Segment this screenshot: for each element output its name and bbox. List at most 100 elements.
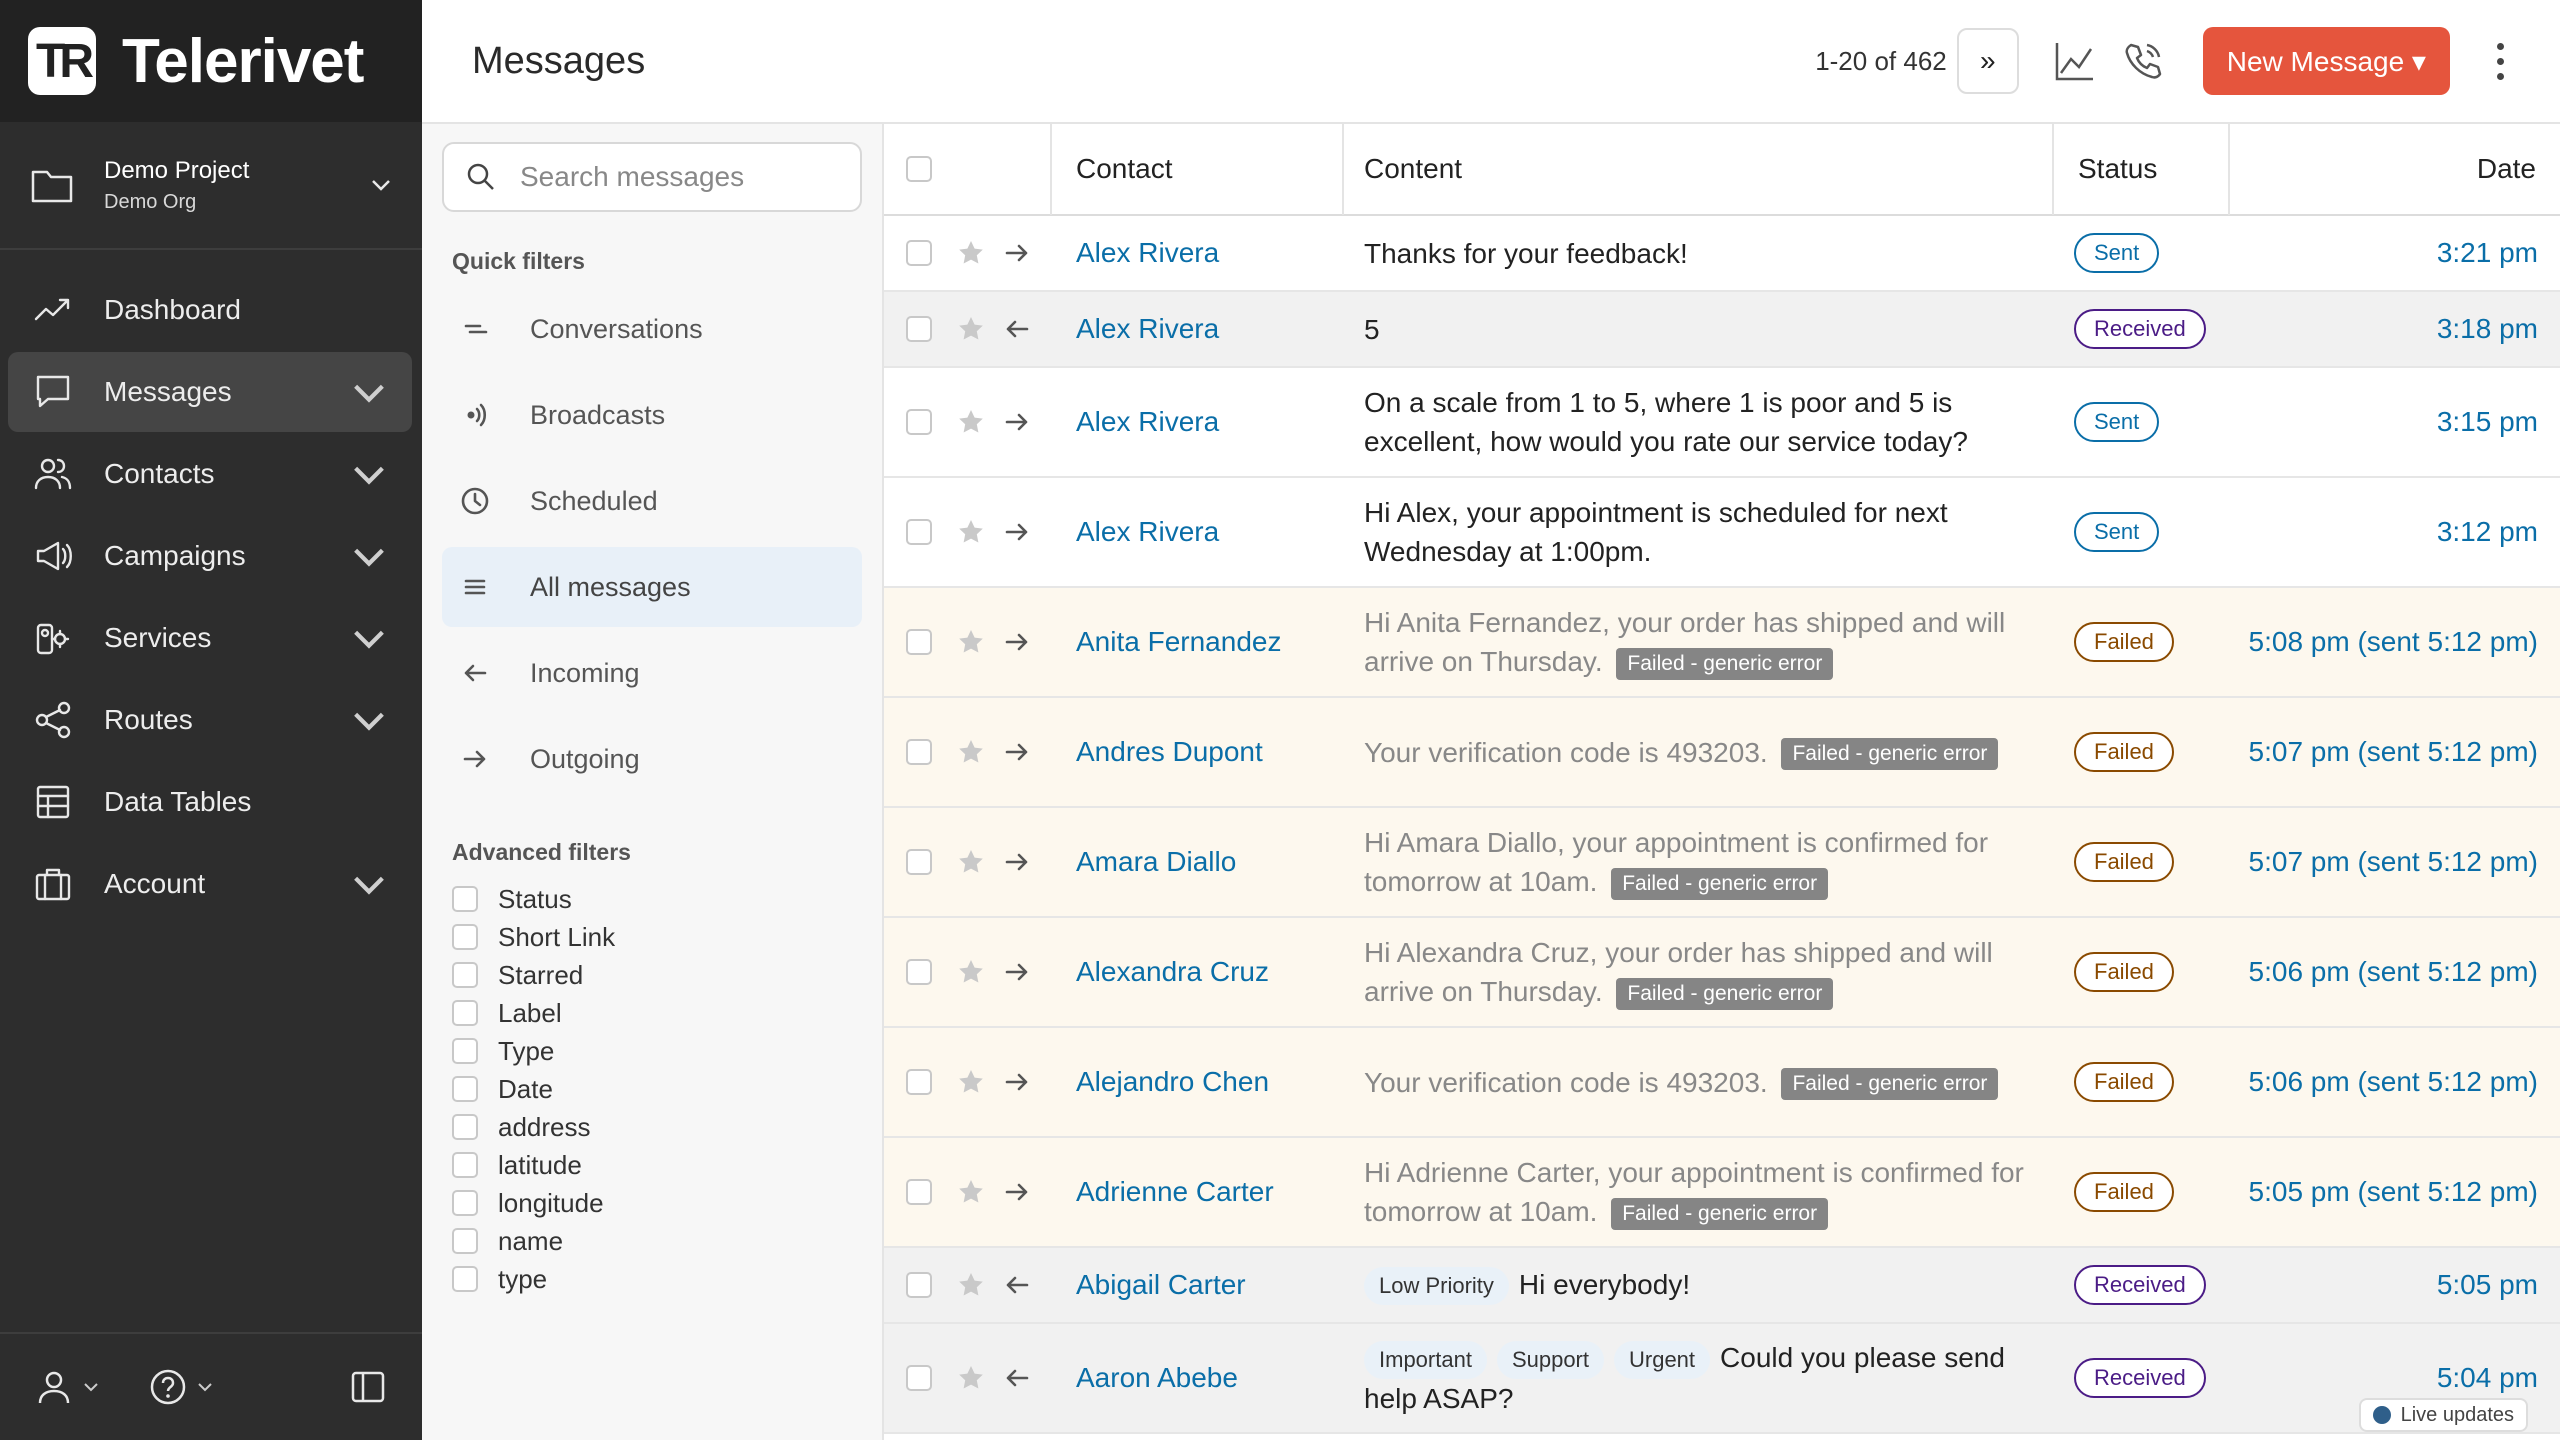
project-switcher[interactable]: Demo Project Demo Org	[0, 122, 422, 250]
star-icon[interactable]	[956, 627, 986, 657]
contact-link[interactable]: Aaron Abebe	[1052, 1362, 1344, 1394]
row-checkbox[interactable]	[906, 409, 932, 435]
nav-item-messages[interactable]: Messages	[8, 352, 412, 432]
message-date[interactable]: 3:15 pm	[2230, 406, 2560, 438]
advanced-filter-starred[interactable]: Starred	[442, 956, 862, 994]
quick-filter-incoming[interactable]: Incoming	[442, 633, 862, 713]
advanced-filter-status[interactable]: Status	[442, 880, 862, 918]
column-header-date[interactable]: Date	[2230, 124, 2560, 215]
row-checkbox[interactable]	[906, 959, 932, 985]
message-date[interactable]: 5:06 pm (sent 5:12 pm)	[2230, 956, 2560, 988]
table-row[interactable]: Andres Dupont Your verification code is …	[884, 698, 2560, 808]
advanced-filter-name[interactable]: name	[442, 1222, 862, 1260]
nav-item-account[interactable]: Account	[8, 844, 412, 924]
row-checkbox[interactable]	[906, 240, 932, 266]
filter-checkbox[interactable]	[452, 1038, 478, 1064]
message-content[interactable]: 5	[1344, 300, 2054, 359]
table-row[interactable]: Alex Rivera Hi Alex, your appointment is…	[884, 478, 2560, 588]
filter-checkbox[interactable]	[452, 962, 478, 988]
select-all-checkbox[interactable]	[906, 156, 932, 182]
star-icon[interactable]	[956, 407, 986, 437]
advanced-filter-date[interactable]: Date	[442, 1070, 862, 1108]
message-content[interactable]: Hi Alex, your appointment is scheduled f…	[1344, 483, 2054, 581]
contact-link[interactable]: Alejandro Chen	[1052, 1066, 1344, 1098]
star-icon[interactable]	[956, 1177, 986, 1207]
contact-link[interactable]: Alex Rivera	[1052, 237, 1344, 269]
contact-link[interactable]: Alexandra Cruz	[1052, 956, 1344, 988]
advanced-filter-latitude[interactable]: latitude	[442, 1146, 862, 1184]
table-row[interactable]: Amara Diallo Hi Amara Diallo, your appoi…	[884, 808, 2560, 918]
table-row[interactable]: Anita Fernandez Hi Anita Fernandez, your…	[884, 588, 2560, 698]
nav-item-contacts[interactable]: Contacts	[8, 434, 412, 514]
table-row[interactable]: Alexandra Cruz Hi Alexandra Cruz, your o…	[884, 918, 2560, 1028]
message-content[interactable]: Hi Anita Fernandez, your order has shipp…	[1344, 593, 2054, 691]
table-row[interactable]: Alex Rivera 5 Received 3:18 pm	[884, 292, 2560, 368]
message-content[interactable]: Your verification code is 493203. Failed…	[1344, 723, 2054, 782]
row-checkbox[interactable]	[906, 739, 932, 765]
row-checkbox[interactable]	[906, 1272, 932, 1298]
quick-filter-conversations[interactable]: Conversations	[442, 289, 862, 369]
advanced-filter-type[interactable]: Type	[442, 1032, 862, 1070]
row-checkbox[interactable]	[906, 1069, 932, 1095]
filter-checkbox[interactable]	[452, 886, 478, 912]
nav-item-data-tables[interactable]: Data Tables	[8, 762, 412, 842]
row-checkbox[interactable]	[906, 316, 932, 342]
phone-call-icon[interactable]	[2119, 37, 2167, 85]
message-date[interactable]: 3:18 pm	[2230, 313, 2560, 345]
message-date[interactable]: 5:06 pm (sent 5:12 pm)	[2230, 1066, 2560, 1098]
table-row[interactable]: Abigail Carter Low Priority Hi everybody!…	[884, 1248, 2560, 1324]
row-checkbox[interactable]	[906, 519, 932, 545]
quick-filter-all-messages[interactable]: All messages	[442, 547, 862, 627]
message-date[interactable]: 5:07 pm (sent 5:12 pm)	[2230, 736, 2560, 768]
row-checkbox[interactable]	[906, 1179, 932, 1205]
column-header-status[interactable]: Status	[2054, 124, 2230, 215]
message-content[interactable]: Low Priority Hi everybody!	[1344, 1255, 2054, 1316]
contact-link[interactable]: Amara Diallo	[1052, 846, 1344, 878]
filter-checkbox[interactable]	[452, 1152, 478, 1178]
star-icon[interactable]	[956, 737, 986, 767]
filter-checkbox[interactable]	[452, 924, 478, 950]
contact-link[interactable]: Alex Rivera	[1052, 516, 1344, 548]
message-date[interactable]: 5:07 pm (sent 5:12 pm)	[2230, 846, 2560, 878]
advanced-filter-longitude[interactable]: longitude	[442, 1184, 862, 1222]
row-checkbox[interactable]	[906, 629, 932, 655]
filter-checkbox[interactable]	[452, 1266, 478, 1292]
contact-link[interactable]: Alex Rivera	[1052, 313, 1344, 345]
quick-filter-outgoing[interactable]: Outgoing	[442, 719, 862, 799]
table-row[interactable]: Aaron Abebe Important Support Urgent Could …	[884, 1324, 2560, 1434]
contact-link[interactable]: Abigail Carter	[1052, 1269, 1344, 1301]
message-content[interactable]: Your verification code is 493203. Failed…	[1344, 1053, 2054, 1112]
help-menu[interactable]	[148, 1367, 214, 1407]
nav-item-campaigns[interactable]: Campaigns	[8, 516, 412, 596]
table-row[interactable]: Alex Rivera Thanks for your feedback! Se…	[884, 216, 2560, 292]
message-label-tag[interactable]: Support	[1496, 1340, 1604, 1379]
nav-item-services[interactable]: Services	[8, 598, 412, 678]
quick-filter-broadcasts[interactable]: Broadcasts	[442, 375, 862, 455]
message-date[interactable]: 3:12 pm	[2230, 516, 2560, 548]
message-label-tag[interactable]: Low Priority	[1364, 1267, 1509, 1306]
stats-chart-icon[interactable]	[2051, 37, 2099, 85]
nav-item-routes[interactable]: Routes	[8, 680, 412, 760]
row-checkbox[interactable]	[906, 849, 932, 875]
message-date[interactable]: 5:05 pm	[2230, 1269, 2560, 1301]
star-icon[interactable]	[956, 1363, 986, 1393]
message-label-tag[interactable]: Urgent	[1614, 1340, 1711, 1379]
table-row[interactable]: Adrian Bautista Your order is ready for …	[884, 1434, 2560, 1440]
filter-checkbox[interactable]	[452, 1228, 478, 1254]
table-row[interactable]: Alex Rivera On a scale from 1 to 5, wher…	[884, 368, 2560, 478]
collapse-sidebar-icon[interactable]	[348, 1367, 388, 1407]
star-icon[interactable]	[956, 314, 986, 344]
quick-filter-scheduled[interactable]: Scheduled	[442, 461, 862, 541]
search-input[interactable]	[520, 161, 820, 193]
star-icon[interactable]	[956, 1067, 986, 1097]
message-content[interactable]: Hi Adrienne Carter, your appointment is …	[1344, 1143, 2054, 1241]
advanced-filter-address[interactable]: address	[442, 1108, 862, 1146]
filter-checkbox[interactable]	[452, 1000, 478, 1026]
filter-checkbox[interactable]	[452, 1114, 478, 1140]
star-icon[interactable]	[956, 517, 986, 547]
row-checkbox[interactable]	[906, 1365, 932, 1391]
search-box[interactable]	[442, 142, 862, 212]
message-content[interactable]: Thanks for your feedback!	[1344, 224, 2054, 283]
message-date[interactable]: 5:04 pm	[2230, 1362, 2560, 1394]
advanced-filter-type[interactable]: type	[442, 1260, 862, 1298]
